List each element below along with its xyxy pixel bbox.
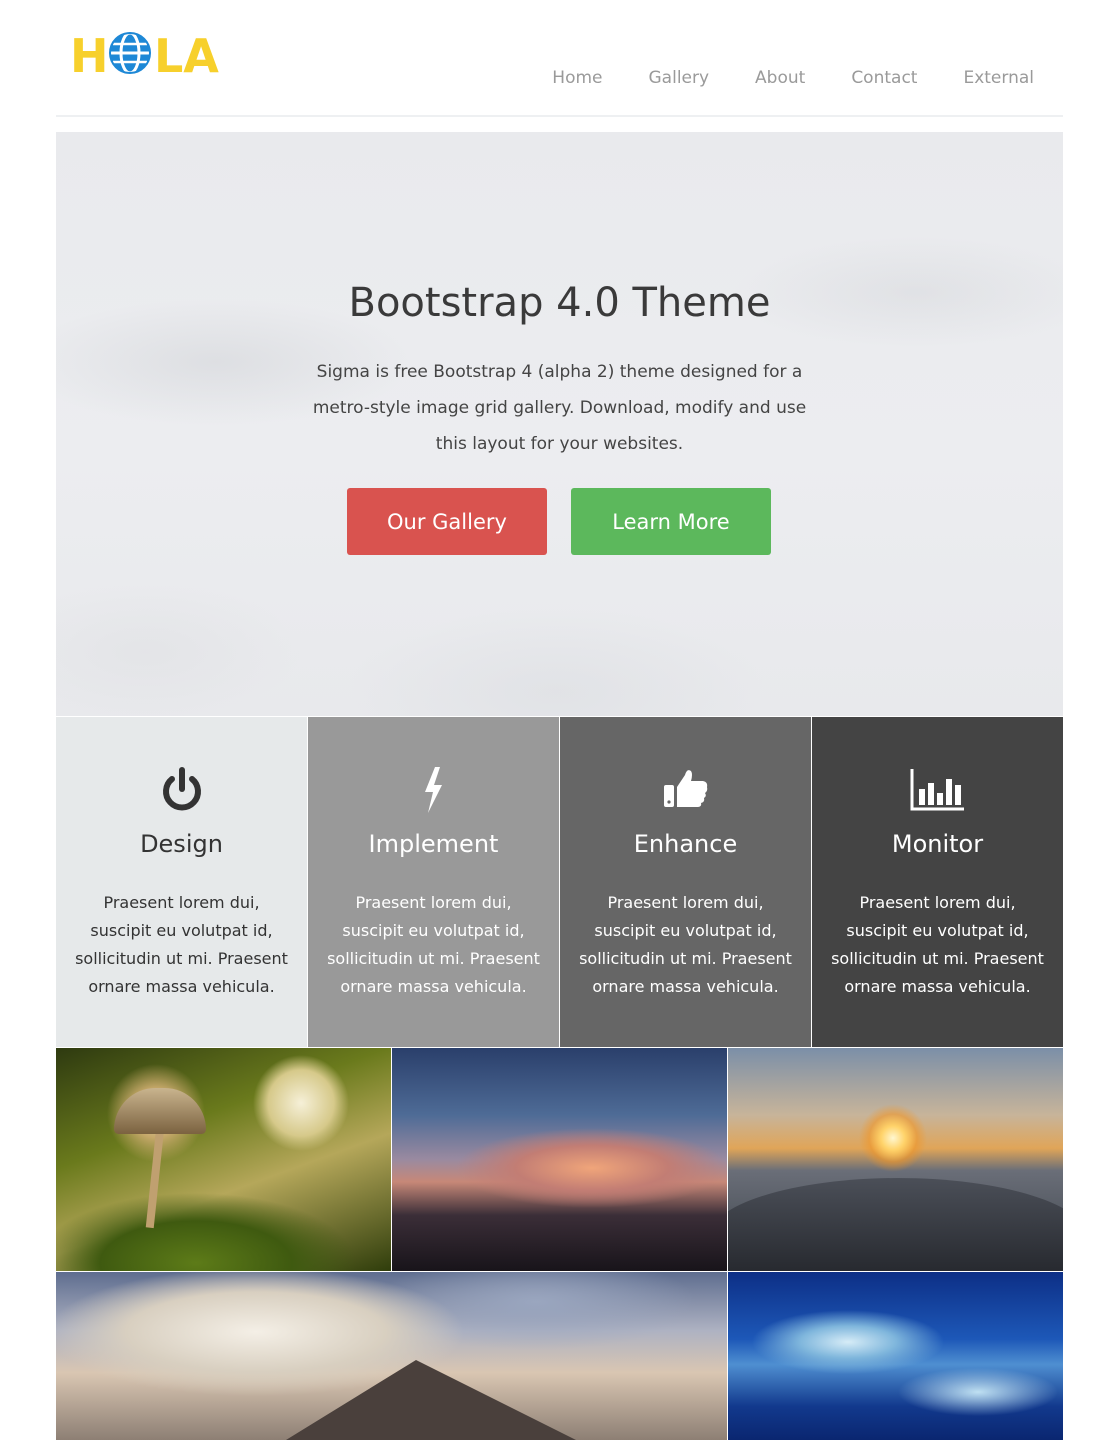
- feature-text: Praesent lorem dui, suscipit eu volutpat…: [75, 893, 288, 996]
- nav-home[interactable]: Home: [529, 60, 625, 96]
- feature-text: Praesent lorem dui, suscipit eu volutpat…: [831, 893, 1044, 996]
- feature-enhance: Enhance Praesent lorem dui, suscipit eu …: [560, 717, 812, 1047]
- site-header: H LA Home Gallery About Contact External: [56, 0, 1063, 117]
- feature-title: Enhance: [633, 830, 738, 858]
- features-row: Design Praesent lorem dui, suscipit eu v…: [56, 717, 1063, 1047]
- feature-title: Implement: [368, 830, 499, 858]
- main-nav: Home Gallery About Contact External: [529, 60, 1063, 96]
- gallery-image-mountain[interactable]: [56, 1272, 727, 1440]
- bar-chart-icon: [910, 769, 964, 811]
- nav-gallery[interactable]: Gallery: [626, 60, 733, 96]
- gallery-image-sunset-clouds[interactable]: [392, 1048, 727, 1271]
- nav-contact[interactable]: Contact: [828, 60, 940, 96]
- gallery-image-mushroom[interactable]: [56, 1048, 391, 1271]
- bolt-icon: [424, 767, 442, 813]
- mountain-shape: [286, 1360, 576, 1440]
- nav-about[interactable]: About: [732, 60, 828, 96]
- feature-text: Praesent lorem dui, suscipit eu volutpat…: [579, 893, 792, 996]
- feature-design: Design Praesent lorem dui, suscipit eu v…: [56, 717, 308, 1047]
- logo[interactable]: H LA: [70, 29, 230, 83]
- svg-text:H: H: [70, 30, 109, 80]
- our-gallery-button[interactable]: Our Gallery: [347, 488, 547, 555]
- feature-text: Praesent lorem dui, suscipit eu volutpat…: [327, 893, 540, 996]
- nav-external[interactable]: External: [940, 60, 1063, 96]
- svg-text:LA: LA: [154, 30, 219, 80]
- thumbs-up-icon: [663, 770, 707, 807]
- mushroom-cap: [114, 1088, 206, 1134]
- hero-description: Sigma is free Bootstrap 4 (alpha 2) them…: [312, 362, 807, 454]
- feature-monitor: Monitor Praesent lorem dui, suscipit eu …: [812, 717, 1063, 1047]
- image-gallery: [56, 1048, 1063, 1440]
- feature-implement: Implement Praesent lorem dui, suscipit e…: [308, 717, 560, 1047]
- gallery-image-ocean[interactable]: [728, 1272, 1063, 1440]
- feature-title: Monitor: [891, 830, 984, 858]
- hero-section: Bootstrap 4.0 Theme Sigma is free Bootst…: [56, 132, 1063, 716]
- gallery-image-skatepark[interactable]: [728, 1048, 1063, 1271]
- learn-more-button[interactable]: Learn More: [571, 488, 771, 555]
- power-icon: [162, 767, 201, 811]
- hola-logo-icon: H LA: [70, 29, 219, 83]
- skate-bowl: [728, 1178, 1063, 1271]
- feature-title: Design: [140, 830, 223, 858]
- hero-title: Bootstrap 4.0 Theme: [348, 280, 771, 326]
